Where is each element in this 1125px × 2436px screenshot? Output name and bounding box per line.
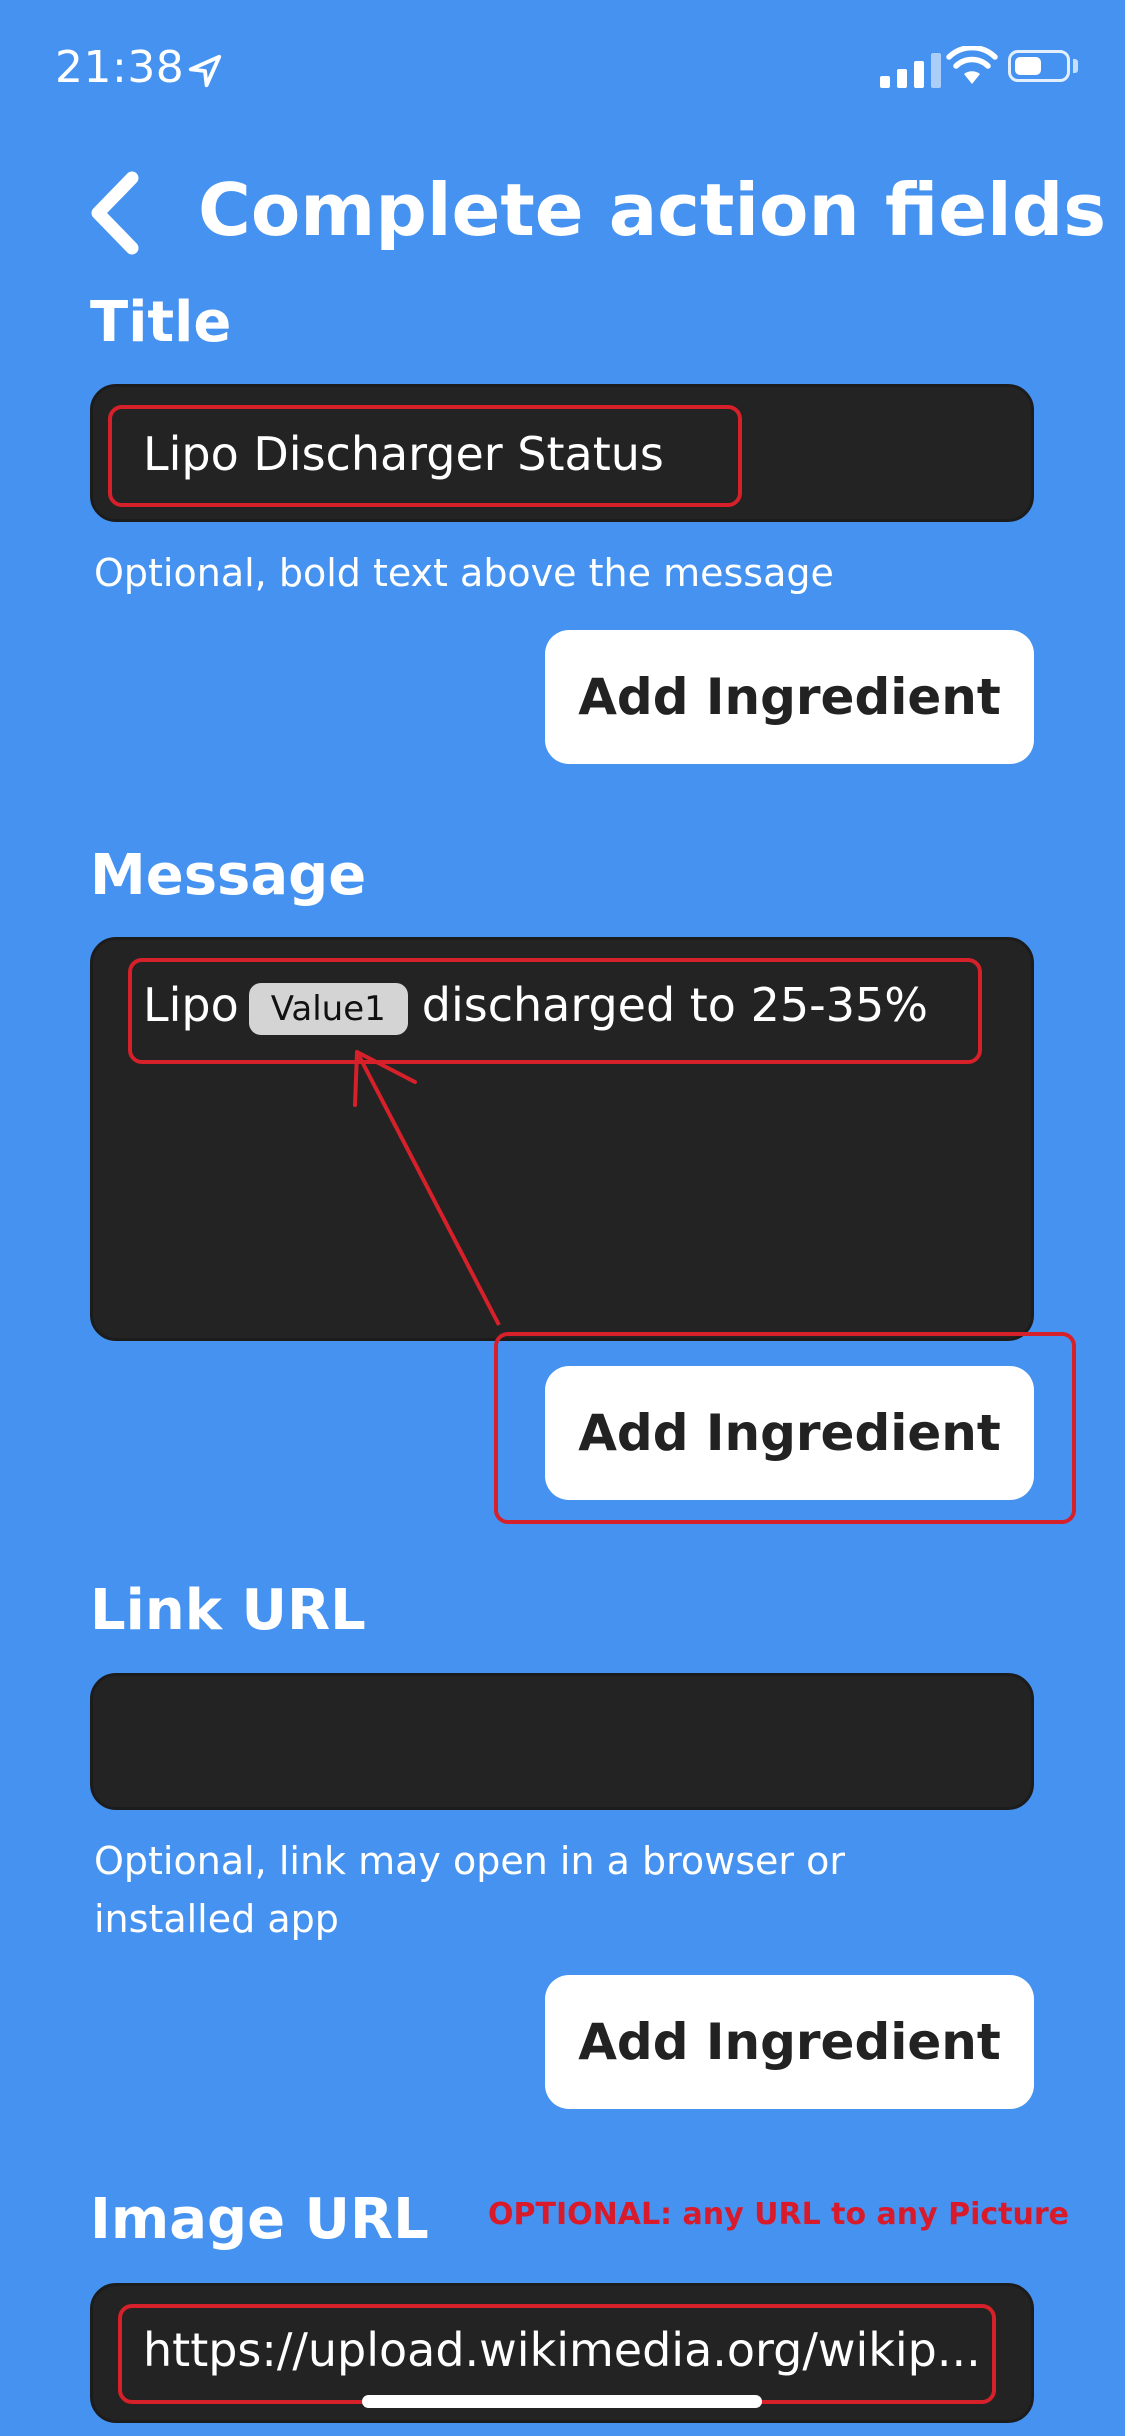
link-add-ingredient-button[interactable]: Add Ingredient bbox=[545, 1975, 1034, 2109]
cellular-signal-icon bbox=[880, 52, 941, 88]
home-indicator[interactable] bbox=[362, 2395, 762, 2408]
title-hint: Optional, bold text above the message bbox=[94, 551, 834, 595]
link-url-hint-line2: installed app bbox=[94, 1897, 339, 1941]
link-url-hint-line1: Optional, link may open in a browser or bbox=[94, 1839, 845, 1883]
back-chevron-icon[interactable] bbox=[86, 170, 146, 256]
battery-icon bbox=[1008, 50, 1070, 82]
message-input[interactable]: Lipo Value1 discharged to 25-35% bbox=[90, 937, 1034, 1341]
title-label: Title bbox=[90, 290, 232, 355]
link-url-input[interactable] bbox=[90, 1673, 1034, 1810]
title-add-ingredient-button[interactable]: Add Ingredient bbox=[545, 630, 1034, 764]
link-url-hint: Optional, link may open in a browser or … bbox=[94, 1832, 845, 1948]
annotation-arrow-icon bbox=[353, 1050, 501, 1326]
page-title: Complete action fields bbox=[198, 168, 1107, 252]
message-text-before: Lipo bbox=[143, 978, 239, 1032]
image-url-label: Image URL bbox=[90, 2187, 429, 2252]
status-time: 21:38 bbox=[55, 42, 185, 93]
message-text-after: discharged to 25-35% bbox=[421, 978, 928, 1032]
link-url-label: Link URL bbox=[90, 1578, 366, 1643]
message-label: Message bbox=[90, 843, 367, 908]
ingredient-chip[interactable]: Value1 bbox=[248, 982, 408, 1035]
message-add-ingredient-button[interactable]: Add Ingredient bbox=[545, 1366, 1034, 1500]
wifi-icon bbox=[946, 46, 998, 84]
message-content: Lipo Value1 discharged to 25-35% bbox=[143, 978, 928, 1035]
battery-cap bbox=[1073, 59, 1078, 73]
location-arrow-icon bbox=[188, 54, 222, 88]
title-input[interactable]: Lipo Discharger Status bbox=[90, 384, 1034, 522]
title-input-value: Lipo Discharger Status bbox=[143, 427, 664, 481]
image-url-value: https://upload.wikimedia.org/wikip... bbox=[143, 2323, 981, 2377]
optional-annotation: OPTIONAL: any URL to any Picture bbox=[488, 2197, 1070, 2232]
